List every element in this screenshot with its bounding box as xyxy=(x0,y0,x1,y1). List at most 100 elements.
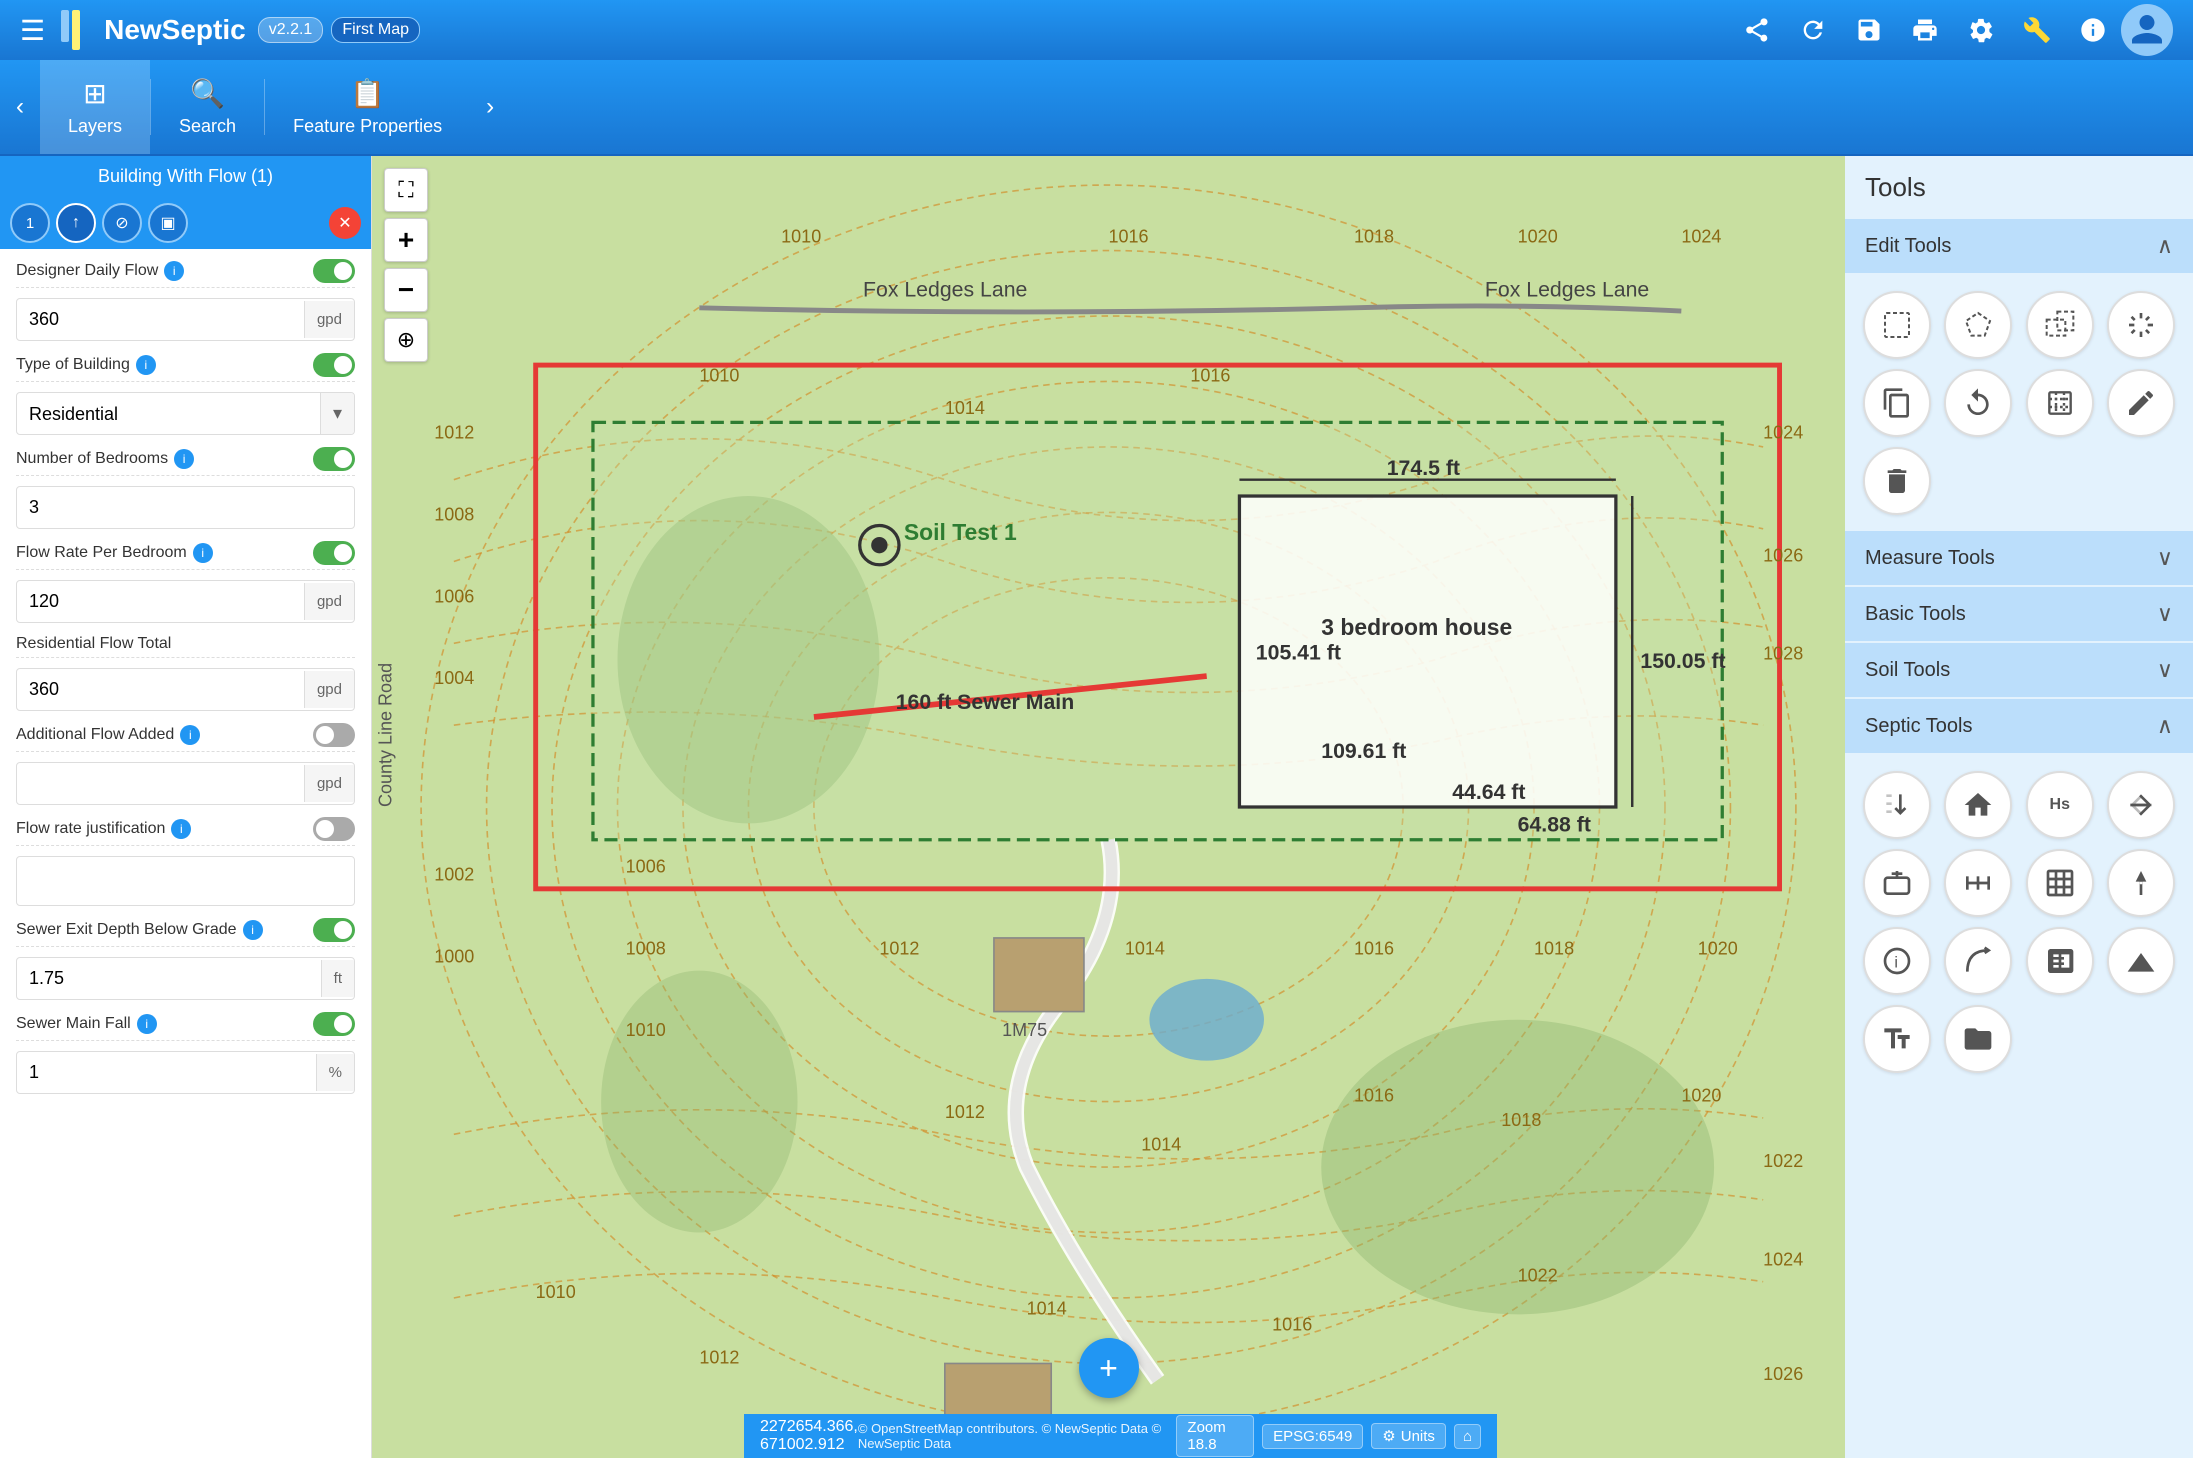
number-of-bedrooms-input[interactable] xyxy=(17,487,354,528)
menu-icon[interactable]: ☰ xyxy=(20,14,45,47)
building-tool[interactable] xyxy=(1944,771,2012,839)
basic-tools-section-header[interactable]: Basic Tools ∨ xyxy=(1845,587,2193,641)
type-of-building-info[interactable]: i xyxy=(136,355,156,375)
designer-daily-flow-toggle[interactable] xyxy=(313,259,355,283)
pipe-turn-tool[interactable] xyxy=(1944,927,2012,995)
sewer-exit-depth-input-row: ft xyxy=(16,957,355,1000)
feature-close-button[interactable]: ✕ xyxy=(329,207,361,239)
info-point-tool[interactable]: i xyxy=(1863,927,1931,995)
print-icon[interactable] xyxy=(1901,6,1949,54)
resize-tool[interactable] xyxy=(2026,369,2094,437)
add-fab-button[interactable]: + xyxy=(1079,1338,1139,1398)
zoom-in-button[interactable]: + xyxy=(384,218,428,262)
app-title: NewSeptic xyxy=(104,14,246,46)
field-label-number-of-bedrooms: Number of Bedrooms i xyxy=(16,447,355,471)
sewer-exit-depth-toggle[interactable] xyxy=(313,918,355,942)
select-polygon-tool[interactable] xyxy=(1944,291,2012,359)
units-button[interactable]: ⚙ Units xyxy=(1371,1423,1446,1449)
flow-rate-justification-input-row xyxy=(16,856,355,906)
flow-arrow-tool[interactable] xyxy=(2107,771,2175,839)
residential-flow-total-input-row: gpd xyxy=(16,668,355,711)
avatar[interactable] xyxy=(2121,4,2173,56)
first-map-badge[interactable]: First Map xyxy=(331,17,420,43)
nav-back-button[interactable]: ‹ xyxy=(0,83,40,131)
flow-rate-justification-input[interactable] xyxy=(17,857,354,905)
additional-flow-added-info[interactable]: i xyxy=(180,725,200,745)
number-of-bedrooms-toggle[interactable] xyxy=(313,447,355,471)
map-coordinates: 2272654.366, 671002.912 xyxy=(760,1418,858,1454)
zoom-out-button[interactable]: − xyxy=(384,268,428,312)
sewer-main-fall-input[interactable] xyxy=(17,1052,316,1093)
svg-text:1010: 1010 xyxy=(699,365,739,385)
svg-text:109.61 ft: 109.61 ft xyxy=(1321,739,1406,763)
grid-tool[interactable] xyxy=(2026,849,2094,917)
measure-tools-label: Measure Tools xyxy=(1865,547,1995,570)
septic-tools-section-header[interactable]: Septic Tools ∧ xyxy=(1845,699,2193,753)
share-icon[interactable] xyxy=(1733,6,1781,54)
compass-button[interactable]: ⊕ xyxy=(384,318,428,362)
measure-tools-section-header[interactable]: Measure Tools ∨ xyxy=(1845,531,2193,585)
sewer-exit-depth-info[interactable]: i xyxy=(243,920,263,940)
folder-tool[interactable] xyxy=(1944,1005,2012,1073)
sewer-line-tool[interactable] xyxy=(1863,771,1931,839)
sewer-exit-depth-input[interactable] xyxy=(17,958,321,999)
flow-rate-justification-toggle[interactable] xyxy=(313,817,355,841)
pump-tool[interactable] xyxy=(2107,849,2175,917)
type-of-building-select[interactable]: Residential Commercial xyxy=(17,394,320,434)
flow-rate-per-bedroom-toggle[interactable] xyxy=(313,541,355,565)
flow-rate-per-bedroom-input[interactable] xyxy=(17,581,304,622)
edit-tools-section-header[interactable]: Edit Tools ∧ xyxy=(1845,219,2193,273)
copy-tool[interactable] xyxy=(1863,369,1931,437)
tank-tool[interactable] xyxy=(1863,849,1931,917)
flow-rate-per-bedroom-info[interactable]: i xyxy=(193,543,213,563)
measure-tools-chevron: ∨ xyxy=(2157,545,2173,571)
tab-box[interactable]: ▣ xyxy=(148,203,188,243)
tools-panel-header: Tools xyxy=(1845,156,2193,219)
tab-arrow[interactable]: ↑ xyxy=(56,203,96,243)
home-button[interactable]: ⌂ xyxy=(1454,1424,1481,1449)
rotate-tool[interactable] xyxy=(1944,369,2012,437)
type-of-building-toggle[interactable] xyxy=(313,353,355,377)
tab-search[interactable]: 🔍 Search xyxy=(151,60,264,154)
tab-1[interactable]: 1 xyxy=(10,203,50,243)
panel-title: Building With Flow (1) xyxy=(98,166,273,186)
svg-text:1022: 1022 xyxy=(1763,1151,1803,1171)
flow-rate-justification-info[interactable]: i xyxy=(171,819,191,839)
hs-label: Hs xyxy=(2050,796,2070,814)
map-area[interactable]: Fox Ledges Lane Fox Ledges Lane 1012 100… xyxy=(372,156,1845,1458)
text-tool[interactable] xyxy=(1863,1005,1931,1073)
sewer-main-fall-toggle[interactable] xyxy=(313,1012,355,1036)
move-node-tool[interactable] xyxy=(2107,291,2175,359)
nav-forward-button[interactable]: › xyxy=(470,83,510,131)
residential-flow-total-input[interactable] xyxy=(17,669,304,710)
svg-text:1022: 1022 xyxy=(1518,1266,1558,1286)
tab-layers[interactable]: ⊞ Layers xyxy=(40,60,150,154)
tab-slash[interactable]: ⊘ xyxy=(102,203,142,243)
nav-bar: ‹ ⊞ Layers 🔍 Search 📋 Feature Properties… xyxy=(0,60,2193,156)
fullscreen-button[interactable]: ⛶ xyxy=(384,168,428,212)
tab-feature-properties[interactable]: 📋 Feature Properties xyxy=(265,60,470,154)
designer-daily-flow-info[interactable]: i xyxy=(164,261,184,281)
select-box-tool[interactable] xyxy=(2026,291,2094,359)
panel-tool[interactable] xyxy=(2026,927,2094,995)
soil-tools-section-header[interactable]: Soil Tools ∨ xyxy=(1845,643,2193,697)
field-designer-daily-flow: Designer Daily Flow i gpd xyxy=(16,259,355,341)
select-area-tool[interactable] xyxy=(1863,291,1931,359)
save-icon[interactable] xyxy=(1845,6,1893,54)
mound-tool[interactable] xyxy=(2107,927,2175,995)
settings-icon[interactable] xyxy=(1957,6,2005,54)
hs-tool[interactable]: Hs xyxy=(2026,771,2094,839)
sewer-main-fall-unit: % xyxy=(316,1054,354,1091)
tools-icon[interactable] xyxy=(2013,6,2061,54)
distribution-tool[interactable] xyxy=(1944,849,2012,917)
designer-daily-flow-input[interactable] xyxy=(17,299,304,340)
additional-flow-added-input[interactable] xyxy=(17,763,304,804)
additional-flow-added-toggle[interactable] xyxy=(313,723,355,747)
edit-vertices-tool[interactable] xyxy=(2107,369,2175,437)
sewer-main-fall-info[interactable]: i xyxy=(137,1014,157,1034)
number-of-bedrooms-info[interactable]: i xyxy=(174,449,194,469)
field-label-flow-rate-per-bedroom: Flow Rate Per Bedroom i xyxy=(16,541,355,565)
delete-tool[interactable] xyxy=(1863,447,1931,515)
info-icon[interactable] xyxy=(2069,6,2117,54)
refresh-icon[interactable] xyxy=(1789,6,1837,54)
